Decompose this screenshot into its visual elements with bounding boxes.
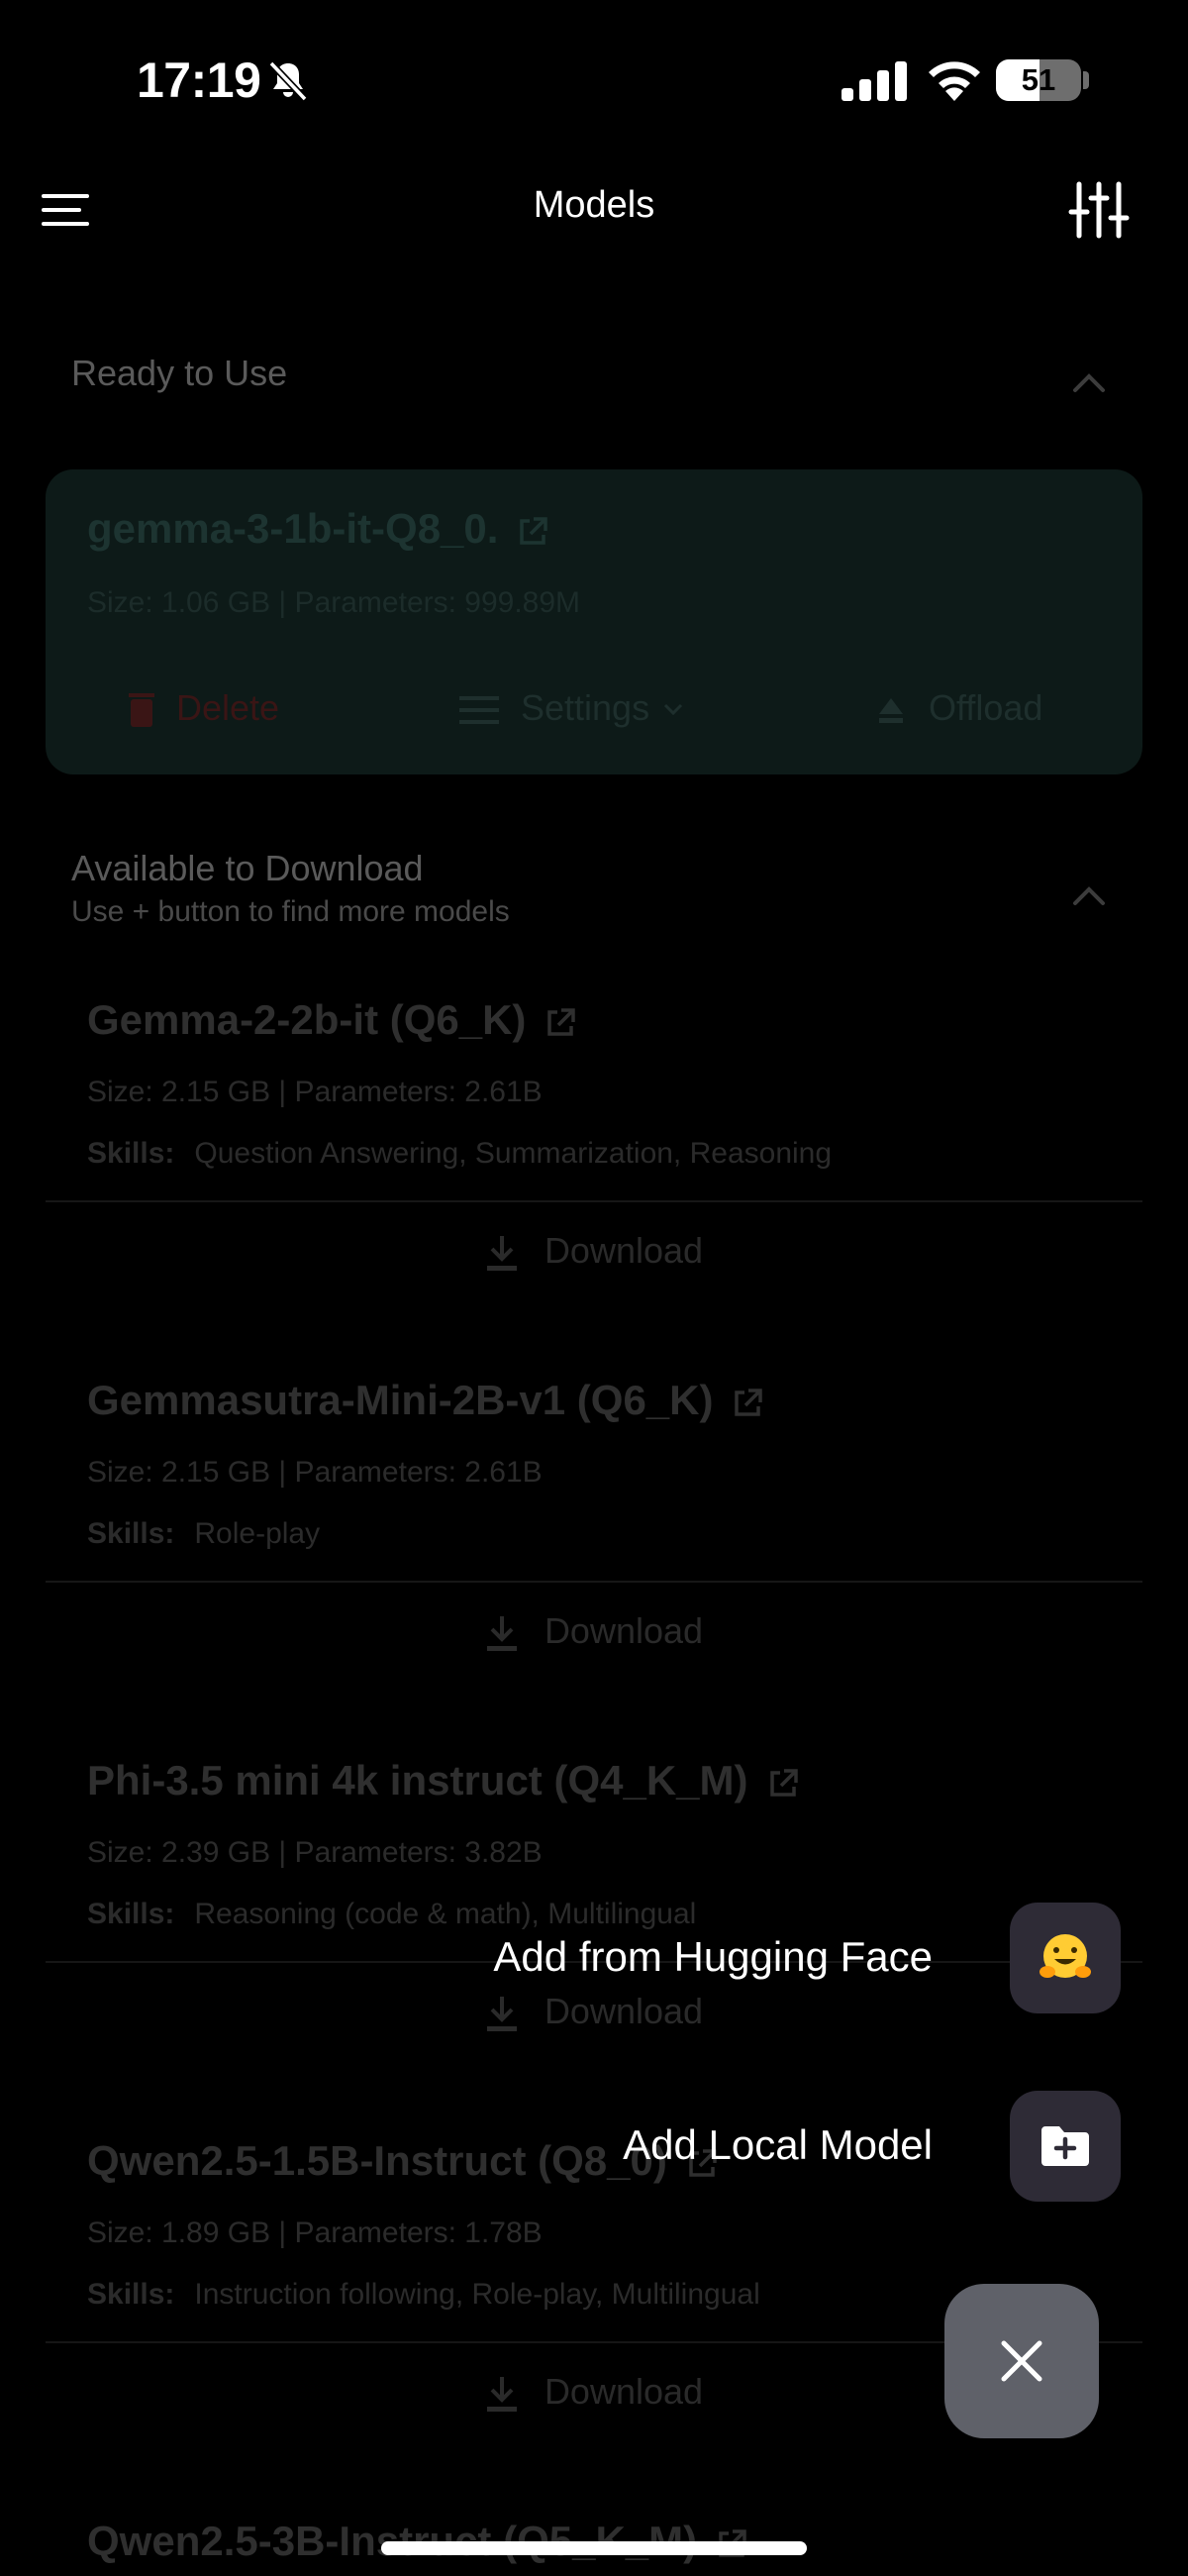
download-icon [486, 1236, 517, 1272]
model-meta: Size: 2.15 GB | Parameters: 2.61B [87, 1456, 543, 1489]
skills-value: Reasoning (code & math), Multilingual [194, 1898, 697, 1930]
cellular-signal-icon [842, 61, 907, 101]
model-meta: Size: 2.39 GB | Parameters: 3.82B [87, 1836, 543, 1869]
settings-sliders-icon [459, 696, 499, 725]
model-card: Phi-3.5 mini 4k instruct (Q4_K_M) Size: … [46, 1741, 1142, 2121]
battery-cap [1083, 71, 1089, 89]
battery-percent: 51 [1021, 62, 1056, 97]
model-card-title[interactable]: Gemmasutra-Mini-2B-v1 (Q6_K) [87, 1377, 764, 1424]
download-button[interactable]: Download [46, 1230, 1142, 1272]
delete-label: Delete [176, 687, 280, 728]
model-name: Qwen2.5-1.5B-Instruct (Q8_0) [87, 2137, 667, 2184]
download-button[interactable]: Download [46, 1610, 1142, 1652]
skills-label: Skills: [87, 1898, 175, 1930]
model-skills: Skills: Reasoning (code & math), Multilin… [87, 1898, 696, 1931]
model-card-title[interactable]: Phi-3.5 mini 4k instruct (Q4_K_M) [87, 1757, 800, 1804]
eject-icon [879, 698, 903, 724]
model-card-ready: gemma-3-1b-it-Q8_0. Size: 1.06 GB | Para… [46, 469, 1142, 774]
ready-section-title: Ready to Use [71, 353, 288, 393]
available-section-header[interactable]: Available to Download Use + button to fi… [71, 848, 1121, 929]
download-label: Download [544, 1610, 704, 1651]
model-card: Gemmasutra-Mini-2B-v1 (Q6_K) Size: 2.15 … [46, 1361, 1142, 1741]
model-name: Phi-3.5 mini 4k instruct (Q4_K_M) [87, 1757, 748, 1803]
page-title: Models [533, 184, 655, 226]
skills-value: Role-play [194, 1517, 321, 1550]
add-local-model-label[interactable]: Add Local Model [623, 2121, 933, 2169]
download-icon [486, 2377, 517, 2413]
hugging-face-emoji-icon [1040, 1934, 1091, 1978]
download-icon [486, 1997, 517, 2032]
chevron-down-icon [664, 704, 683, 716]
model-card: Gemma-2-2b-it (Q6_K) Size: 2.15 GB | Par… [46, 980, 1142, 1361]
ready-section-header[interactable]: Ready to Use [71, 353, 1121, 394]
delete-button[interactable]: Delete [129, 687, 279, 729]
skills-label: Skills: [87, 1137, 175, 1170]
download-label: Download [544, 1230, 704, 1271]
battery-icon: 51 [996, 59, 1081, 101]
model-skills: Skills: Instruction following, Role-play,… [87, 2278, 760, 2312]
model-skills: Skills: Role-play [87, 1517, 320, 1551]
settings-button[interactable]: Settings [459, 687, 683, 729]
bell-slash-icon [268, 60, 308, 102]
download-label: Download [544, 2371, 704, 2412]
model-skills: Skills: Question Answering, Summarization… [87, 1137, 832, 1171]
close-fab-button[interactable] [944, 2284, 1099, 2438]
add-local-model-button[interactable] [1010, 2091, 1121, 2202]
skills-label: Skills: [87, 2278, 175, 2311]
external-link-icon[interactable] [544, 1006, 577, 1040]
available-section-title: Available to Download [71, 848, 424, 888]
nav-bar: Models [0, 158, 1188, 261]
offload-button[interactable]: Offload [875, 687, 1042, 729]
external-link-icon[interactable] [731, 1387, 764, 1420]
skills-label: Skills: [87, 1517, 175, 1550]
close-icon [1001, 2340, 1042, 2382]
model-card: Qwen2.5-3B-Instruct (Q5_K_M) [46, 2502, 1142, 2576]
offload-label: Offload [929, 687, 1043, 728]
model-card-title[interactable]: Gemma-2-2b-it (Q6_K) [87, 996, 577, 1044]
settings-label: Settings [521, 687, 650, 728]
download-icon [486, 1616, 517, 1652]
model-name: Gemma-2-2b-it (Q6_K) [87, 996, 527, 1043]
divider [46, 1581, 1142, 1583]
download-button[interactable]: Download [46, 1991, 1142, 2032]
download-label: Download [544, 1991, 704, 2031]
folder-plus-icon [1041, 2126, 1089, 2166]
model-card-title[interactable]: gemma-3-1b-it-Q8_0. [87, 505, 549, 553]
models-list: Ready to Use gemma-3-1b-it-Q8_0. Size: 1… [0, 297, 1188, 2576]
status-time: 17:19 [137, 52, 261, 108]
sliders-filter-icon[interactable] [1067, 178, 1131, 242]
external-link-icon[interactable] [766, 1767, 800, 1801]
model-name: Gemmasutra-Mini-2B-v1 (Q6_K) [87, 1377, 714, 1423]
add-from-hugging-face-label[interactable]: Add from Hugging Face [493, 1933, 933, 1981]
skills-value: Question Answering, Summarization, Reaso… [194, 1137, 833, 1170]
chevron-up-icon[interactable] [1069, 362, 1109, 402]
home-indicator [381, 2541, 807, 2555]
external-link-icon[interactable] [516, 515, 549, 549]
wifi-icon [929, 61, 980, 101]
model-name: gemma-3-1b-it-Q8_0. [87, 505, 499, 552]
chevron-up-icon[interactable] [1069, 876, 1109, 915]
model-meta: Size: 1.06 GB | Parameters: 999.89M [87, 586, 581, 619]
trash-icon [129, 693, 154, 728]
model-meta: Size: 1.89 GB | Parameters: 1.78B [87, 2216, 543, 2249]
divider [46, 1200, 1142, 1202]
model-actions: Delete Settings Offload [46, 668, 1142, 757]
skills-value: Instruction following, Role-play, Multil… [194, 2278, 760, 2311]
model-meta: Size: 2.15 GB | Parameters: 2.61B [87, 1076, 543, 1108]
hamburger-menu-icon[interactable] [36, 180, 95, 240]
status-bar: 17:19 51 [0, 0, 1188, 149]
available-section-subtitle: Use + button to find more models [71, 895, 510, 928]
add-from-hugging-face-button[interactable] [1010, 1903, 1121, 2013]
